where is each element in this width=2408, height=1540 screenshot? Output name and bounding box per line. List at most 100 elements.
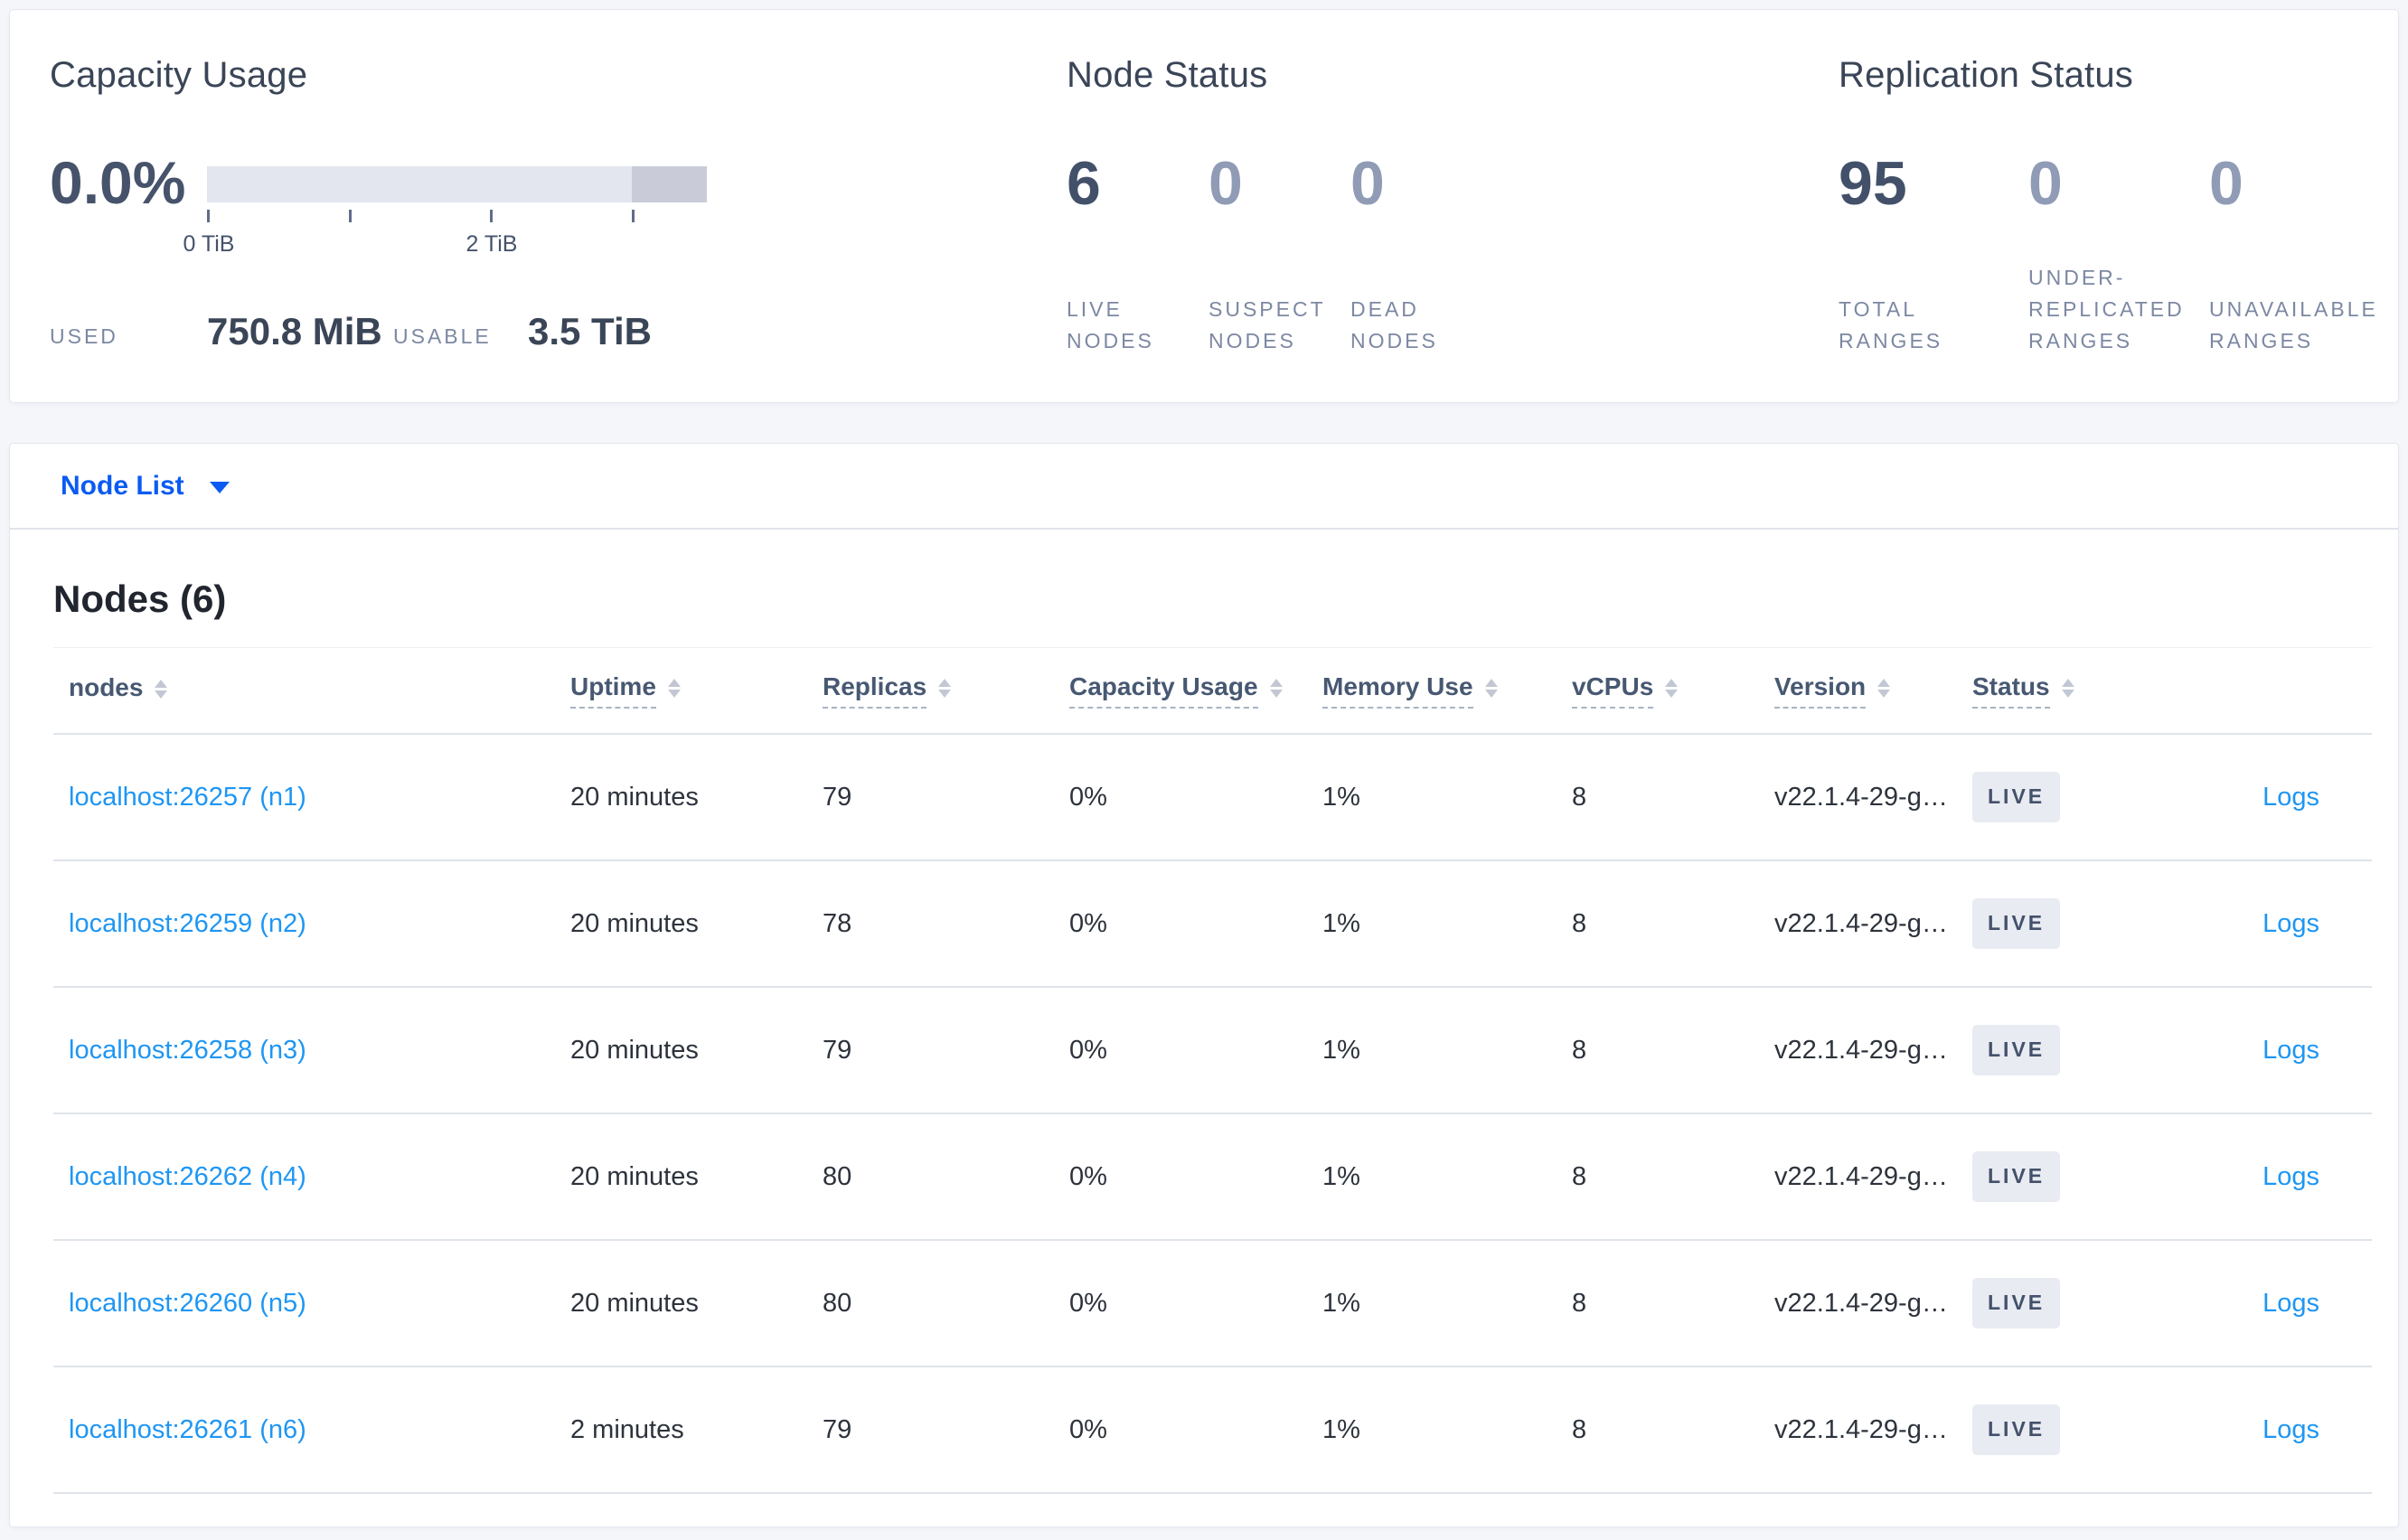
node-list-dropdown[interactable]: Node List bbox=[61, 471, 230, 502]
replicas-cell: 79 bbox=[823, 1414, 852, 1444]
logs-link[interactable]: Logs bbox=[2262, 1289, 2319, 1318]
version-cell: v22.1.4-29-g… bbox=[1774, 1288, 1948, 1318]
uptime-cell: 20 minutes bbox=[570, 1161, 699, 1191]
capacity-axis: 0 TiB 2 TiB bbox=[183, 202, 707, 257]
suspect-nodes-count: 0 bbox=[1209, 149, 1243, 218]
col-header-version[interactable]: Version bbox=[1774, 672, 1972, 709]
status-badge: LIVE bbox=[1972, 1404, 2061, 1455]
node-link[interactable]: localhost:26257 (n1) bbox=[69, 783, 306, 812]
col-header-uptime[interactable]: Uptime bbox=[570, 672, 823, 709]
live-nodes-label: LIVE NODES bbox=[1067, 297, 1154, 352]
node-status-title: Node Status bbox=[1067, 55, 1268, 95]
col-header-memory-use[interactable]: Memory Use bbox=[1322, 672, 1572, 709]
uptime-cell: 20 minutes bbox=[570, 1288, 699, 1318]
axis-tick-label: 2 TiB bbox=[466, 231, 518, 257]
total-ranges-label: TOTAL RANGES bbox=[1839, 297, 1943, 352]
status-badge: LIVE bbox=[1972, 1025, 2061, 1075]
table-row: localhost:26261 (n6) 2 minutes 79 0% 1% … bbox=[53, 1367, 2372, 1494]
memory-cell: 1% bbox=[1322, 782, 1360, 812]
version-cell: v22.1.4-29-g… bbox=[1774, 908, 1948, 938]
uptime-cell: 20 minutes bbox=[570, 908, 699, 938]
logs-link[interactable]: Logs bbox=[2262, 783, 2319, 812]
sort-icon bbox=[1665, 679, 1679, 699]
status-badge: LIVE bbox=[1972, 1151, 2061, 1202]
under-replicated-ranges-label: UNDER-REPLICATED RANGES bbox=[2028, 266, 2185, 352]
table-row: localhost:26260 (n5) 20 minutes 80 0% 1%… bbox=[53, 1241, 2372, 1367]
axis-tick bbox=[632, 210, 635, 222]
capacity-cell: 0% bbox=[1069, 1414, 1107, 1444]
sort-icon bbox=[1269, 679, 1283, 699]
node-status-section: Node Status 6 0 0 LIVE NODES SUSPECT NOD… bbox=[1067, 10, 1573, 404]
replicas-cell: 80 bbox=[823, 1161, 852, 1191]
vcpus-cell: 8 bbox=[1572, 1161, 1587, 1191]
node-link[interactable]: localhost:26258 (n3) bbox=[69, 1036, 306, 1065]
node-link[interactable]: localhost:26260 (n5) bbox=[69, 1289, 306, 1318]
usable-label: USABLE bbox=[393, 324, 492, 348]
replicas-cell: 79 bbox=[823, 1035, 852, 1065]
logs-link[interactable]: Logs bbox=[2262, 1162, 2319, 1191]
capacity-bar-track bbox=[207, 166, 707, 202]
usable-value: 3.5 TiB bbox=[528, 310, 652, 352]
capacity-cell: 0% bbox=[1069, 1161, 1107, 1191]
dead-nodes-count: 0 bbox=[1350, 149, 1385, 218]
table-row: localhost:26258 (n3) 20 minutes 79 0% 1%… bbox=[53, 988, 2372, 1114]
nodes-table: nodes Uptime Replicas Capacity Usage Mem… bbox=[53, 647, 2372, 1494]
vcpus-cell: 8 bbox=[1572, 1414, 1587, 1444]
capacity-usage-title: Capacity Usage bbox=[50, 55, 308, 95]
chevron-down-icon bbox=[209, 482, 230, 493]
vcpus-cell: 8 bbox=[1572, 1035, 1587, 1065]
capacity-percent: 0.0% bbox=[50, 149, 186, 216]
replication-status-section: Replication Status 95 0 0 TOTAL RANGES U… bbox=[1839, 10, 2408, 404]
axis-tick bbox=[490, 210, 493, 222]
col-header-status[interactable]: Status bbox=[1972, 672, 2144, 709]
logs-link[interactable]: Logs bbox=[2262, 1415, 2319, 1444]
cluster-summary-card: Capacity Usage 0.0% 0 TiB 2 TiB USED 750… bbox=[9, 9, 2399, 403]
col-header-vcpus[interactable]: vCPUs bbox=[1572, 672, 1774, 709]
memory-cell: 1% bbox=[1322, 908, 1360, 938]
status-badge: LIVE bbox=[1972, 1278, 2061, 1329]
suspect-nodes-label: SUSPECT NODES bbox=[1209, 297, 1326, 352]
memory-cell: 1% bbox=[1322, 1288, 1360, 1318]
capacity-cell: 0% bbox=[1069, 1035, 1107, 1065]
vcpus-cell: 8 bbox=[1572, 1288, 1587, 1318]
uptime-cell: 2 minutes bbox=[570, 1414, 684, 1444]
replicas-cell: 80 bbox=[823, 1288, 852, 1318]
memory-cell: 1% bbox=[1322, 1161, 1360, 1191]
uptime-cell: 20 minutes bbox=[570, 1035, 699, 1065]
replicas-cell: 78 bbox=[823, 908, 852, 938]
status-badge: LIVE bbox=[1972, 772, 2061, 822]
version-cell: v22.1.4-29-g… bbox=[1774, 782, 1948, 812]
version-cell: v22.1.4-29-g… bbox=[1774, 1414, 1948, 1444]
dead-nodes-label: DEAD NODES bbox=[1350, 297, 1438, 352]
node-list-header: Node List bbox=[10, 444, 2398, 530]
col-header-replicas[interactable]: Replicas bbox=[823, 672, 1069, 709]
replication-status-title: Replication Status bbox=[1839, 55, 2134, 95]
sort-icon bbox=[155, 680, 168, 700]
col-header-nodes[interactable]: nodes bbox=[69, 673, 570, 708]
unavailable-ranges-count: 0 bbox=[2209, 149, 2243, 218]
table-row: localhost:26262 (n4) 20 minutes 80 0% 1%… bbox=[53, 1114, 2372, 1241]
unavailable-ranges-label: UNAVAILABLE RANGES bbox=[2209, 297, 2378, 352]
node-link[interactable]: localhost:26259 (n2) bbox=[69, 909, 306, 938]
logs-link[interactable]: Logs bbox=[2262, 909, 2319, 938]
sort-icon bbox=[2061, 679, 2074, 699]
memory-cell: 1% bbox=[1322, 1414, 1360, 1444]
node-list-dropdown-label: Node List bbox=[61, 470, 184, 501]
vcpus-cell: 8 bbox=[1572, 782, 1587, 812]
used-value: 750.8 MiB bbox=[207, 310, 382, 352]
node-link[interactable]: localhost:26261 (n6) bbox=[69, 1415, 306, 1444]
axis-tick-label: 0 TiB bbox=[183, 231, 235, 257]
node-link[interactable]: localhost:26262 (n4) bbox=[69, 1162, 306, 1191]
uptime-cell: 20 minutes bbox=[570, 782, 699, 812]
table-row: localhost:26259 (n2) 20 minutes 78 0% 1%… bbox=[53, 861, 2372, 988]
vcpus-cell: 8 bbox=[1572, 908, 1587, 938]
table-header-row: nodes Uptime Replicas Capacity Usage Mem… bbox=[53, 647, 2372, 735]
nodes-section-title: Nodes (6) bbox=[53, 578, 227, 620]
sort-icon bbox=[667, 679, 681, 699]
logs-link[interactable]: Logs bbox=[2262, 1036, 2319, 1065]
col-header-capacity-usage[interactable]: Capacity Usage bbox=[1069, 672, 1322, 709]
capacity-usage-section: Capacity Usage 0.0% 0 TiB 2 TiB USED 750… bbox=[50, 10, 1044, 404]
status-badge: LIVE bbox=[1972, 898, 2061, 949]
capacity-bar-unusable-fill bbox=[632, 166, 707, 202]
used-label: USED bbox=[50, 324, 118, 348]
